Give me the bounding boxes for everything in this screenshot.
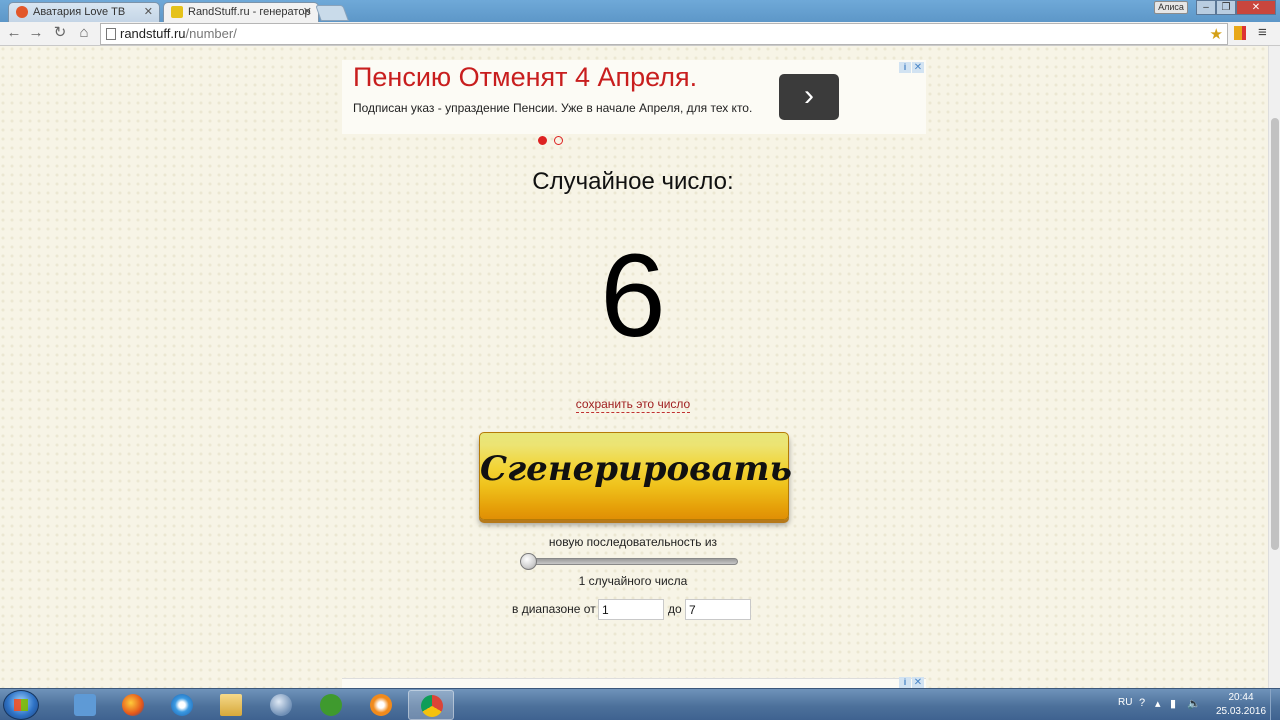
count-slider-handle[interactable] [520, 553, 537, 570]
windows-taskbar: RU ? ▴ ▮ 🔈 20:44 25.03.2016 [0, 688, 1280, 720]
page-viewport: Пенсию Отменят 4 Апреля. Подписан указ -… [0, 46, 1280, 688]
extension-icon[interactable] [1234, 26, 1246, 40]
clock-date[interactable]: 25.03.2016 [1214, 706, 1268, 717]
close-icon[interactable]: ✕ [144, 3, 153, 21]
randstuff-favicon-icon [171, 6, 183, 18]
show-desktop-button[interactable] [1270, 689, 1280, 720]
forward-arrow-icon[interactable]: → [27, 24, 45, 42]
page-title: Случайное число: [532, 168, 734, 195]
taskbar-internet-explorer[interactable] [159, 690, 205, 720]
avast-icon [370, 694, 392, 716]
range-to-label: до [668, 602, 682, 616]
tab-title: Аватария Love ТВ [33, 6, 126, 18]
ad-info-icon[interactable]: i [899, 677, 911, 688]
ad-info-icon[interactable]: i [899, 62, 911, 73]
save-number-link-wrapper: сохранить это число [0, 397, 1266, 413]
browser-titlebar: Аватария Love ТВ ✕ RandStuff.ru - генера… [0, 0, 1280, 22]
taskbar-app-globe[interactable] [258, 690, 304, 720]
bookmark-star-icon[interactable]: ★ [1210, 25, 1223, 43]
help-icon[interactable]: ? [1139, 697, 1145, 709]
url-text: randstuff.ru/number/ [120, 26, 237, 41]
ad-next-button[interactable]: › [779, 74, 839, 120]
ad-close-icon[interactable]: ✕ [912, 677, 924, 688]
random-number-result: 6 [600, 230, 666, 362]
control-panel-icon [74, 694, 96, 716]
ad-carousel-dot-active[interactable] [538, 136, 547, 145]
count-slider-track[interactable] [522, 558, 738, 565]
internet-explorer-icon [171, 694, 193, 716]
ad-carousel-dot[interactable] [554, 136, 563, 145]
tray-expand-icon[interactable]: ▴ [1155, 697, 1161, 710]
reload-icon[interactable]: ↻ [51, 24, 69, 42]
taskbar-explorer[interactable] [208, 690, 254, 720]
range-from-input[interactable] [598, 599, 664, 620]
close-window-button[interactable]: ✕ [1236, 0, 1276, 15]
taskbar-control-panel[interactable] [62, 690, 108, 720]
count-label: 1 случайного числа [578, 574, 688, 588]
taskbar-utorrent[interactable] [308, 690, 354, 720]
ad-text[interactable]: Подписан указ - упраздение Пенсии. Уже в… [353, 101, 752, 115]
bottom-ad-banner[interactable]: i ✕ [342, 677, 926, 688]
taskbar-chrome[interactable] [408, 690, 454, 720]
maximize-button[interactable]: ❐ [1216, 0, 1236, 15]
home-icon[interactable]: ⌂ [75, 24, 93, 42]
scrollbar-thumb[interactable] [1271, 118, 1279, 550]
ad-banner[interactable]: Пенсию Отменят 4 Апреля. Подписан указ -… [342, 60, 926, 145]
clock-time[interactable]: 20:44 [1224, 692, 1258, 703]
tab-title: RandStuff.ru - генератор [188, 6, 311, 18]
menu-icon[interactable]: ≡ [1258, 24, 1267, 42]
firefox-icon [122, 694, 144, 716]
close-icon[interactable]: ✕ [303, 3, 312, 21]
avataria-favicon-icon [16, 6, 28, 18]
volume-icon[interactable]: 🔈 [1187, 697, 1201, 710]
globe-icon [270, 694, 292, 716]
tab-randstuff[interactable]: RandStuff.ru - генератор ✕ [163, 2, 319, 22]
language-indicator[interactable]: RU [1118, 697, 1132, 708]
taskbar-firefox[interactable] [110, 690, 156, 720]
network-icon[interactable]: ▮ [1170, 697, 1176, 710]
new-tab-button[interactable] [315, 5, 349, 21]
chrome-icon [421, 695, 443, 717]
tab-avataria[interactable]: Аватария Love ТВ ✕ [8, 2, 160, 22]
utorrent-icon [320, 694, 342, 716]
start-button[interactable] [3, 690, 39, 720]
sequence-label: новую последовательность из [548, 535, 718, 549]
taskbar-avast[interactable] [358, 690, 404, 720]
profile-button[interactable]: Алиса [1154, 1, 1188, 14]
browser-toolbar: ← → ↻ ⌂ randstuff.ru/number/ ★ ≡ [0, 22, 1280, 46]
range-to-input[interactable] [685, 599, 751, 620]
ad-title[interactable]: Пенсию Отменят 4 Апреля. [353, 62, 697, 93]
address-bar[interactable]: randstuff.ru/number/ ★ [100, 23, 1228, 45]
page-scrollbar[interactable] [1268, 46, 1280, 688]
page-icon [106, 28, 116, 40]
generate-button[interactable]: Сгенерировать [479, 432, 792, 520]
ad-close-icon[interactable]: ✕ [912, 62, 924, 73]
minimize-button[interactable]: – [1196, 0, 1216, 15]
folder-icon [220, 694, 242, 716]
range-from-label: в диапазоне от [512, 602, 596, 616]
back-arrow-icon[interactable]: ← [5, 24, 23, 42]
save-number-link[interactable]: сохранить это число [575, 397, 691, 413]
